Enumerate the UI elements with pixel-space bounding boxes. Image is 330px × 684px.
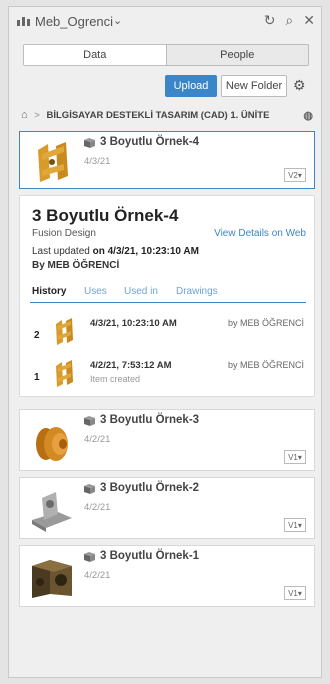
item-date: 4/2/21 [84, 502, 111, 513]
close-icon[interactable]: ✕ [303, 12, 315, 29]
last-updated-label: Last updated [32, 246, 90, 257]
version-author: by MEB ÖĞRENCİ [227, 318, 304, 328]
model-thumbnail [36, 427, 68, 461]
view-details-link[interactable]: View Details on Web [214, 228, 306, 239]
updated-by: By MEB ÖĞRENCİ [32, 260, 119, 271]
chevron-down-icon[interactable]: ⌄ [113, 14, 122, 27]
version-dropdown[interactable]: V1▾ [284, 450, 306, 464]
item-date: 4/2/21 [84, 570, 111, 581]
list-item[interactable]: 3 Boyutlu Örnek-4 4/3/21 V2▾ [19, 131, 315, 189]
home-icon[interactable]: ⌂ [21, 109, 28, 121]
version-thumbnail [56, 318, 73, 345]
top-bar: Meb_Ogrenci ⌄ ↻ ⌕ ✕ [9, 7, 321, 35]
refresh-icon[interactable]: ↻ [264, 12, 276, 29]
list-item[interactable]: 3 Boyutlu Örnek-1 4/2/21 V1▾ [19, 545, 315, 607]
version-number: 1 [34, 372, 40, 383]
version-number: 2 [34, 330, 40, 341]
breadcrumb-separator: > [34, 110, 40, 121]
tab-uses[interactable]: Uses [84, 286, 107, 297]
globe-icon[interactable]: ◍ [303, 109, 313, 122]
item-name[interactable]: 3 Boyutlu Örnek-2 [100, 482, 199, 494]
item-name[interactable]: 3 Boyutlu Örnek-1 [100, 550, 199, 562]
tab-drawings[interactable]: Drawings [176, 286, 218, 297]
top-icons: ↻ ⌕ ✕ [264, 12, 315, 29]
last-updated: Last updated on 4/3/21, 10:23:10 AM [32, 246, 199, 257]
breadcrumb: ⌂ > BİLGİSAYAR DESTEKLİ TASARIM (CAD) 1.… [21, 109, 313, 125]
upload-button[interactable]: Upload [165, 75, 217, 97]
model-thumbnail [38, 142, 68, 182]
version-note: Item created [90, 374, 141, 384]
history-row[interactable]: 1 4/2/21, 7:53:12 AM by MEB ÖĞRENCİ Item… [30, 356, 306, 390]
details-tabs: History Uses Used in Drawings [30, 284, 306, 303]
search-icon[interactable]: ⌕ [285, 12, 293, 29]
item-date: 4/2/21 [84, 434, 111, 445]
model-thumbnail [32, 492, 72, 532]
last-updated-value: on 4/3/21, 10:23:10 AM [92, 246, 199, 257]
tab-people[interactable]: People [167, 45, 309, 65]
details-subtitle: Fusion Design [32, 228, 96, 239]
history-row[interactable]: 2 4/3/21, 10:23:10 AM by MEB ÖĞRENCİ [30, 314, 306, 348]
item-name[interactable]: 3 Boyutlu Örnek-3 [100, 414, 199, 426]
panel-tabs: Data People [23, 44, 309, 66]
item-name[interactable]: 3 Boyutlu Örnek-4 [100, 136, 199, 148]
cube-icon [84, 416, 95, 426]
breadcrumb-folder[interactable]: BİLGİSAYAR DESTEKLİ TASARIM (CAD) 1. ÜNİ… [47, 110, 270, 121]
action-bar: Upload New Folder ⚙ [9, 73, 321, 99]
tab-data[interactable]: Data [24, 45, 167, 65]
list-item[interactable]: 3 Boyutlu Örnek-3 4/2/21 V1▾ [19, 409, 315, 471]
new-folder-button[interactable]: New Folder [221, 75, 287, 97]
version-thumbnail [56, 360, 73, 387]
cube-icon [84, 138, 95, 148]
cube-icon [84, 552, 95, 562]
team-icon [17, 17, 30, 26]
version-dropdown[interactable]: V2▾ [284, 168, 306, 182]
list-item[interactable]: 3 Boyutlu Örnek-2 4/2/21 V1▾ [19, 477, 315, 539]
version-time: 4/3/21, 10:23:10 AM [90, 318, 177, 329]
item-details: 3 Boyutlu Örnek-4 Fusion Design View Det… [19, 195, 315, 397]
item-date: 4/3/21 [84, 156, 111, 167]
data-panel: Meb_Ogrenci ⌄ ↻ ⌕ ✕ Data People Upload N… [8, 6, 322, 678]
gear-icon[interactable]: ⚙ [293, 77, 306, 94]
model-thumbnail [32, 560, 72, 598]
updated-by-value: By MEB ÖĞRENCİ [32, 260, 120, 271]
version-dropdown[interactable]: V1▾ [284, 586, 306, 600]
tab-history[interactable]: History [32, 286, 66, 297]
version-time: 4/2/21, 7:53:12 AM [90, 360, 172, 371]
team-selector[interactable]: Meb_Ogrenci [35, 14, 113, 29]
cube-icon [84, 484, 95, 494]
tab-used-in[interactable]: Used in [124, 286, 158, 297]
version-author: by MEB ÖĞRENCİ [227, 360, 304, 370]
version-dropdown[interactable]: V1▾ [284, 518, 306, 532]
details-title: 3 Boyutlu Örnek-4 [32, 206, 179, 225]
